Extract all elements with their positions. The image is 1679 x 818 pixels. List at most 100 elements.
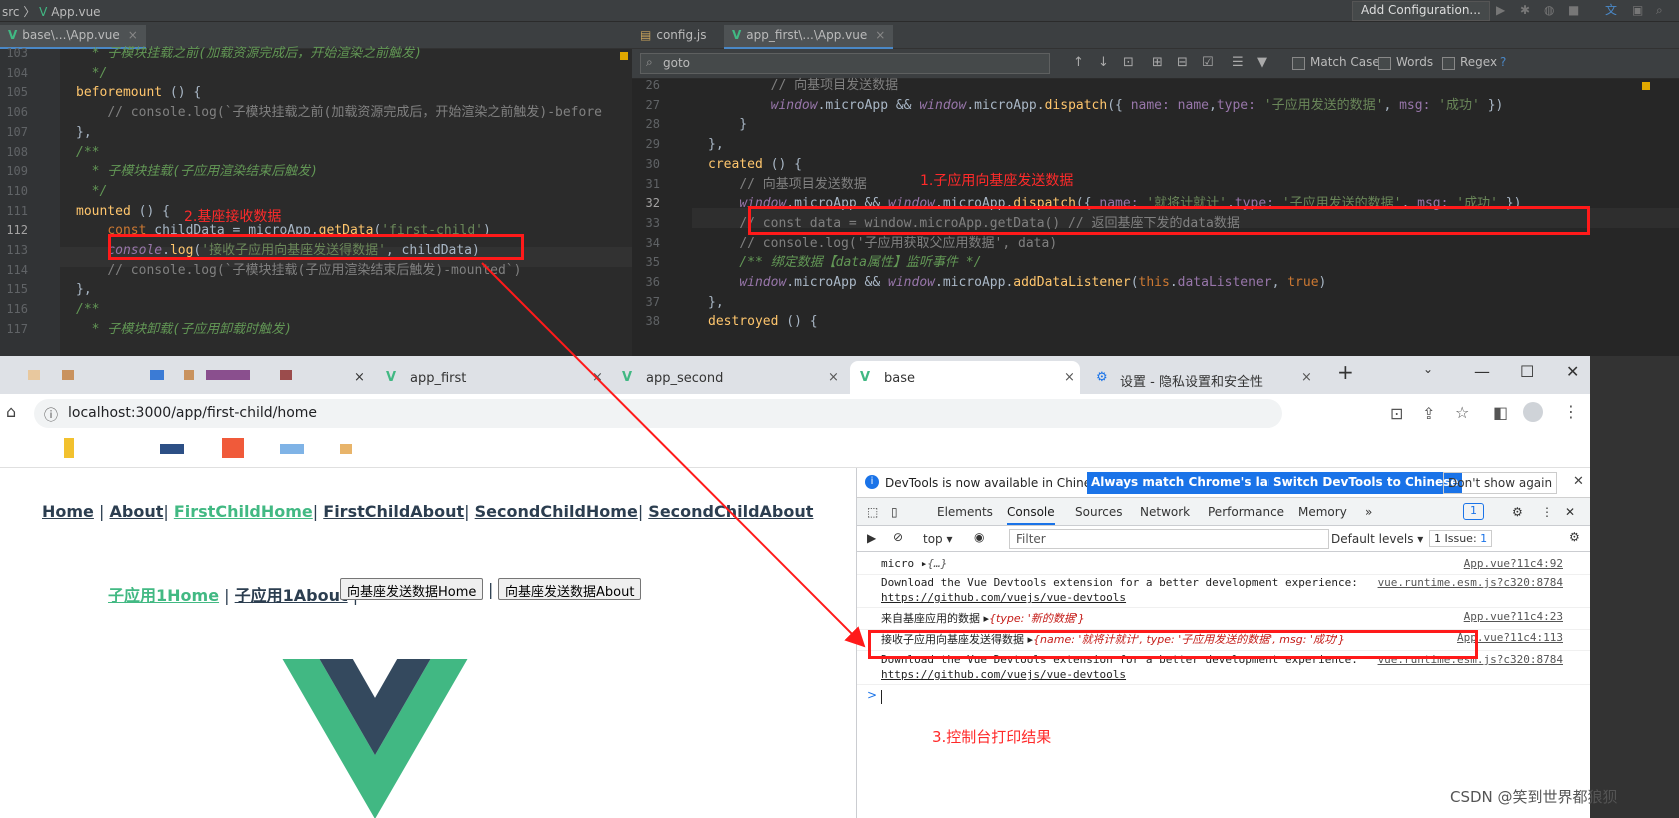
bookmark-star-icon[interactable]: ☆ [1455, 403, 1469, 422]
regex-checkbox[interactable] [1442, 57, 1455, 70]
nav-secondchildabout-link[interactable]: SecondChildAbout [648, 502, 813, 521]
breadcrumb-src[interactable]: src [2, 5, 20, 19]
options-icon[interactable]: ☰ [1232, 55, 1244, 70]
tab-memory[interactable]: Memory [1298, 505, 1347, 519]
select-all-icon[interactable]: ⊡ [1123, 55, 1134, 70]
log-text: Download the Vue Devtools extension for … [881, 576, 1358, 589]
tab-settings-privacy[interactable]: ⚙ 设置 - 隐私设置和安全性 × [1096, 361, 1318, 394]
side-panel-icon[interactable]: ◧ [1493, 403, 1508, 422]
more-options-icon[interactable]: ⋮ [1541, 505, 1553, 519]
tab-app-first-app-vue[interactable]: Vapp_first\...\App.vue × [724, 25, 894, 49]
run-icon[interactable]: ▶ [1496, 4, 1508, 16]
search-everywhere-icon[interactable]: ⌕ [1656, 4, 1668, 16]
log-source-link[interactable]: App.vue?11c4:23 [1464, 610, 1563, 623]
tab-console[interactable]: Console [1007, 505, 1055, 525]
close-window-icon[interactable]: ✕ [1566, 362, 1579, 381]
base-app-page: Home | About| FirstChildHome| FirstChild… [0, 469, 856, 818]
context-selector[interactable]: top ▾ [923, 532, 953, 546]
maximize-icon[interactable]: ☐ [1520, 362, 1534, 381]
translate-icon[interactable]: 文 [1605, 4, 1617, 16]
stop-icon[interactable]: ■ [1568, 4, 1580, 16]
info-icon[interactable]: ⓘ [44, 405, 58, 425]
new-tab-button[interactable]: + [1337, 360, 1354, 384]
find-input[interactable]: ⌕ goto [640, 53, 1050, 74]
close-devtools-icon[interactable]: ✕ [1565, 505, 1575, 519]
close-icon[interactable]: ✕ [1573, 474, 1584, 489]
tab-config-js[interactable]: ▤ config.js [632, 25, 714, 49]
nav-firstchildabout-link[interactable]: FirstChildAbout [323, 502, 464, 521]
dont-show-again-button[interactable]: Don't show again [1443, 472, 1558, 494]
console-input-caret[interactable] [881, 690, 882, 704]
share-icon[interactable]: ⇪ [1422, 404, 1435, 423]
console-filter-input[interactable]: Filter [1009, 529, 1329, 549]
add-configuration-button[interactable]: Add Configuration... [1352, 1, 1490, 21]
regex-help-icon[interactable]: ? [1500, 55, 1506, 69]
console-settings-icon[interactable]: ⚙ [1569, 530, 1580, 544]
match-case-checkbox[interactable] [1292, 57, 1305, 70]
line-number: 29 [645, 137, 660, 152]
tab-app-second[interactable]: Vapp_second × [622, 361, 842, 394]
messages-badge[interactable]: 1 [1463, 503, 1484, 520]
close-icon[interactable]: × [1064, 370, 1075, 385]
close-icon[interactable]: × [354, 361, 372, 394]
nav-home-link[interactable]: Home [42, 502, 94, 521]
log-source-link[interactable]: vue.runtime.esm.js?c320:8784 [1378, 576, 1563, 589]
words-checkbox[interactable] [1378, 57, 1391, 70]
window-layout-icon[interactable]: ▣ [1632, 4, 1644, 16]
clear-console-icon[interactable]: ⊘ [893, 530, 903, 544]
select-all-occurrences-icon[interactable]: ☑ [1202, 55, 1214, 70]
next-occurrence-icon[interactable]: ↓ [1098, 55, 1109, 70]
log-link[interactable]: https://github.com/vuejs/vue-devtools [881, 668, 1126, 681]
previous-occurrence-icon[interactable]: ↑ [1073, 55, 1084, 70]
line-number: 35 [645, 255, 660, 270]
menu-icon[interactable]: ⋮ [1563, 402, 1579, 421]
close-icon[interactable]: × [128, 28, 138, 42]
live-expression-eye-icon[interactable]: ◉ [974, 530, 984, 544]
add-selection-icon[interactable]: ⊞ [1152, 55, 1163, 70]
log-source-link[interactable]: App.vue?11c4:92 [1464, 557, 1563, 570]
more-tabs-icon[interactable]: » [1365, 505, 1372, 519]
tab-elements[interactable]: Elements [937, 505, 993, 519]
regex-label: Regex [1460, 55, 1498, 69]
log-object[interactable]: {type: '新的数据'} [989, 612, 1085, 625]
log-object[interactable]: {…} [927, 557, 947, 570]
close-icon[interactable]: × [875, 28, 885, 42]
url-input[interactable]: ⓘ localhost:3000/app/first-child/home [34, 399, 1282, 428]
send-data-about-button[interactable]: 向基座发送数据About [498, 578, 642, 600]
nav-firstchildhome-link[interactable]: FirstChildHome [174, 502, 313, 521]
close-icon[interactable]: × [592, 370, 603, 385]
tab-base[interactable]: Vbase × [850, 361, 1080, 394]
nav-about-link[interactable]: About [109, 502, 163, 521]
close-icon[interactable]: × [1301, 370, 1312, 385]
settings-gear-icon[interactable]: ⚙ [1512, 505, 1523, 519]
remove-selection-icon[interactable]: ⊟ [1177, 55, 1188, 70]
tab-search-icon[interactable]: ⌄ [1423, 362, 1433, 376]
home-icon[interactable]: ⌂ [6, 402, 16, 421]
coverage-icon[interactable]: ◍ [1544, 4, 1556, 16]
avatar[interactable] [1523, 402, 1543, 422]
debug-icon[interactable]: ✱ [1520, 4, 1532, 16]
device-toolbar-icon[interactable]: ▯ [891, 505, 898, 519]
breadcrumb-file[interactable]: App.vue [51, 5, 100, 19]
minimize-icon[interactable]: — [1474, 362, 1490, 381]
close-icon[interactable]: × [828, 370, 839, 385]
switch-to-chinese-button[interactable]: Switch DevTools to Chinese [1269, 472, 1463, 494]
line-number: 114 [6, 262, 28, 277]
tab-sources[interactable]: Sources [1075, 505, 1122, 519]
child-home-link[interactable]: 子应用1Home [108, 586, 219, 605]
log-link[interactable]: https://github.com/vuejs/vue-devtools [881, 591, 1126, 604]
inspect-element-icon[interactable]: ⬚ [867, 505, 878, 519]
send-data-home-button[interactable]: 向基座发送数据Home [340, 578, 484, 600]
tab-network[interactable]: Network [1140, 505, 1190, 519]
vue-icon: V [622, 370, 633, 385]
filter-icon[interactable]: ▼ [1257, 55, 1267, 70]
sidebar-toggle-icon[interactable]: ▶ [867, 531, 876, 545]
tab-performance[interactable]: Performance [1208, 505, 1284, 519]
nav-secondchildhome-link[interactable]: SecondChildHome [475, 502, 638, 521]
log-levels-dropdown[interactable]: Default levels ▾ [1331, 532, 1423, 546]
translate-icon[interactable]: ⊡ [1390, 404, 1403, 423]
line-number: 106 [6, 105, 28, 120]
tab-app-first[interactable]: Vapp_first × [386, 361, 606, 394]
child-about-link[interactable]: 子应用1About [235, 586, 348, 605]
issues-button[interactable]: 1 Issue: 1 [1429, 530, 1493, 547]
